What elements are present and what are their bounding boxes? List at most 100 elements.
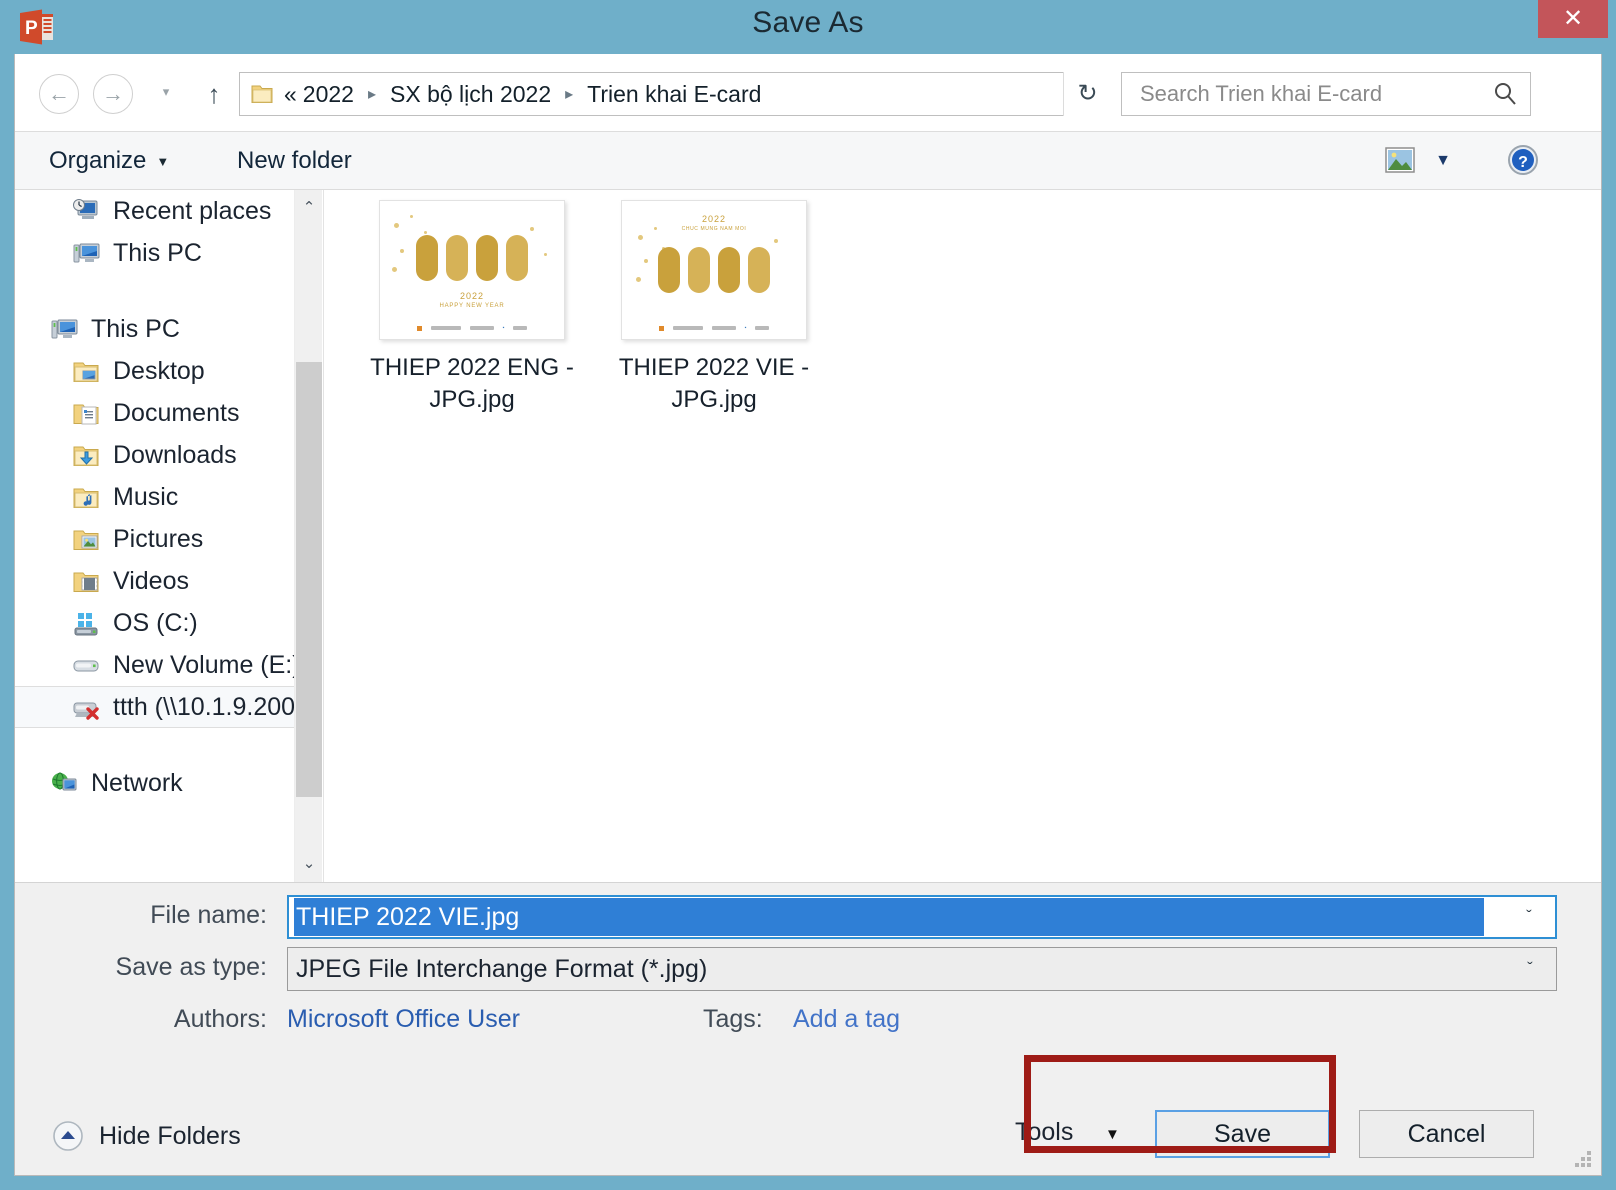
up-one-level-button[interactable]: ↑: [197, 76, 231, 112]
save-form: File name: ˇ Save as type: JPEG File Int…: [15, 882, 1601, 1096]
close-icon[interactable]: ✕: [1538, 0, 1608, 38]
thumbnail-logos: ▪: [622, 325, 806, 331]
file-list-pane[interactable]: 2022 HAPPY NEW YEAR ▪ THIEP 2022 ENG - J…: [323, 190, 1601, 882]
network-icon: [52, 772, 77, 791]
music-folder-icon: [73, 488, 99, 508]
dialog-action-bar: Hide Folders Tools ▼ Save Cancel: [15, 1096, 1601, 1175]
sidebar-item-this-pc[interactable]: This PC: [15, 308, 322, 350]
refresh-icon[interactable]: ↻: [1063, 72, 1111, 116]
thumbnail-greeting: HAPPY NEW YEAR: [439, 303, 505, 309]
svg-text:?: ?: [1518, 154, 1528, 171]
sidebar-item-recent-places[interactable]: Recent places: [15, 190, 322, 232]
thumbnail-greeting: CHUC MUNG NAM MOI: [681, 226, 747, 232]
resize-grip[interactable]: [1571, 1147, 1593, 1169]
recent-places-icon: [73, 199, 98, 219]
sidebar-item-desktop[interactable]: Desktop: [15, 350, 322, 392]
dialog-client-area: ← → ▾ ↑ « 2022 ▸ SX bộ lịch 2022 ▸ Trien…: [14, 54, 1602, 1176]
sidebar-item-label: Desktop: [113, 356, 205, 385]
chevron-down-icon: ▼: [156, 153, 170, 169]
sidebar-item-music[interactable]: Music: [15, 476, 322, 518]
breadcrumb-separator-icon[interactable]: ▸: [356, 84, 388, 104]
save-as-type-label: Save as type:: [115, 953, 267, 981]
videos-folder-icon: [73, 572, 99, 592]
new-folder-button[interactable]: New folder: [231, 144, 358, 178]
file-item[interactable]: 2022 CHUC MUNG NAM MOI ▪ THIEP 2022 VIE …: [608, 200, 820, 415]
sidebar-item-label: This PC: [113, 238, 202, 267]
sidebar-item-pictures[interactable]: Pictures: [15, 518, 322, 560]
sidebar-item-documents[interactable]: Documents: [15, 392, 322, 434]
sidebar-item-os-c[interactable]: OS (C:): [15, 602, 322, 644]
authors-value[interactable]: Microsoft Office User: [287, 1005, 520, 1034]
sidebar-group-spacer: [15, 274, 322, 308]
sidebar-item-label: Pictures: [113, 524, 204, 553]
help-icon[interactable]: ?: [1507, 144, 1539, 176]
back-button[interactable]: ←: [39, 74, 79, 114]
navigation-pane-scrollbar[interactable]: ⌃ ⌄: [294, 190, 322, 882]
file-thumbnail: 2022 CHUC MUNG NAM MOI ▪: [621, 200, 807, 340]
sidebar-item-this-pc-quick[interactable]: This PC: [15, 232, 322, 274]
chevron-down-icon[interactable]: ▼: [1105, 1126, 1120, 1143]
this-pc-icon: [73, 243, 100, 263]
hide-folders-label: Hide Folders: [99, 1121, 241, 1150]
sidebar-item-new-volume-e[interactable]: New Volume (E:): [15, 644, 322, 686]
view-options-dropdown-icon[interactable]: ▼: [1431, 152, 1455, 170]
chevron-down-icon[interactable]: ˇ: [1505, 898, 1553, 936]
breadcrumb-separator-icon[interactable]: ▸: [553, 84, 585, 104]
desktop-folder-icon: [73, 362, 99, 382]
file-name-label: THIEP 2022 ENG - JPG.jpg: [370, 354, 574, 413]
sidebar-item-label: New Volume (E:): [113, 650, 301, 679]
sidebar-item-network[interactable]: Network: [15, 762, 322, 804]
scrollbar-thumb[interactable]: [296, 362, 322, 797]
file-item[interactable]: 2022 HAPPY NEW YEAR ▪ THIEP 2022 ENG - J…: [366, 200, 578, 415]
scroll-down-icon[interactable]: ⌄: [295, 850, 322, 878]
save-as-type-combobox[interactable]: JPEG File Interchange Format (*.jpg) ˇ: [287, 947, 1557, 991]
window-title: Save As: [752, 6, 864, 39]
sidebar-item-label: Recent places: [113, 196, 272, 225]
breadcrumb[interactable]: « 2022 ▸ SX bộ lịch 2022 ▸ Trien khai E-…: [239, 72, 1111, 116]
disconnected-network-drive-icon: [73, 702, 99, 720]
file-name-label: THIEP 2022 VIE - JPG.jpg: [618, 354, 810, 413]
downloads-folder-icon: [73, 446, 99, 466]
sidebar-item-label: This PC: [91, 314, 180, 343]
save-button[interactable]: Save: [1155, 1110, 1330, 1158]
breadcrumb-overflow-icon[interactable]: «: [284, 81, 301, 108]
sidebar-item-videos[interactable]: Videos: [15, 560, 322, 602]
sidebar-item-ttth-network-drive[interactable]: ttth (\\10.1.9.200): [15, 686, 322, 728]
search-box[interactable]: [1121, 72, 1531, 116]
hide-folders-button[interactable]: Hide Folders: [51, 1116, 241, 1156]
add-a-tag-link[interactable]: Add a tag: [793, 1005, 900, 1034]
breadcrumb-item-0[interactable]: 2022: [301, 81, 356, 108]
search-input[interactable]: [1138, 73, 1478, 115]
breadcrumb-item-2[interactable]: Trien khai E-card: [585, 81, 763, 108]
sidebar-item-label: ttth (\\10.1.9.200): [113, 692, 304, 721]
sidebar-item-label: OS (C:): [113, 608, 198, 637]
documents-folder-icon: [73, 404, 99, 425]
sidebar-group-spacer: [15, 728, 322, 762]
chevron-down-icon[interactable]: ˇ: [1506, 948, 1554, 990]
file-name-label: File name:: [150, 901, 267, 929]
os-drive-icon: [74, 613, 98, 636]
address-bar: ← → ▾ ↑ « 2022 ▸ SX bộ lịch 2022 ▸ Trien…: [15, 54, 1601, 132]
picture-view-icon[interactable]: [1385, 146, 1415, 174]
breadcrumb-items: « 2022 ▸ SX bộ lịch 2022 ▸ Trien khai E-…: [284, 81, 1064, 108]
sidebar-item-label: Documents: [113, 398, 240, 427]
thumbnail-logos: ▪: [380, 325, 564, 331]
cancel-button[interactable]: Cancel: [1359, 1110, 1534, 1158]
sidebar-item-label: Music: [113, 482, 179, 511]
forward-button[interactable]: →: [93, 74, 133, 114]
sidebar-item-label: Downloads: [113, 440, 237, 469]
breadcrumb-item-1[interactable]: SX bộ lịch 2022: [388, 81, 553, 108]
organize-label: Organize: [49, 147, 147, 174]
sidebar-item-label: Videos: [113, 566, 189, 595]
sidebar-item-downloads[interactable]: Downloads: [15, 434, 322, 476]
scroll-up-icon[interactable]: ⌃: [295, 194, 322, 222]
tags-label: Tags:: [703, 1005, 763, 1033]
organize-button[interactable]: Organize ▼: [43, 144, 175, 178]
search-icon[interactable]: [1492, 81, 1518, 107]
tools-button[interactable]: Tools: [1015, 1118, 1073, 1147]
file-name-input[interactable]: [294, 898, 1484, 936]
file-name-combobox[interactable]: ˇ: [287, 895, 1557, 939]
file-thumbnail: 2022 HAPPY NEW YEAR ▪: [379, 200, 565, 340]
sidebar-item-label: Network: [91, 768, 183, 797]
recent-locations-dropdown-icon[interactable]: ▾: [153, 84, 179, 104]
